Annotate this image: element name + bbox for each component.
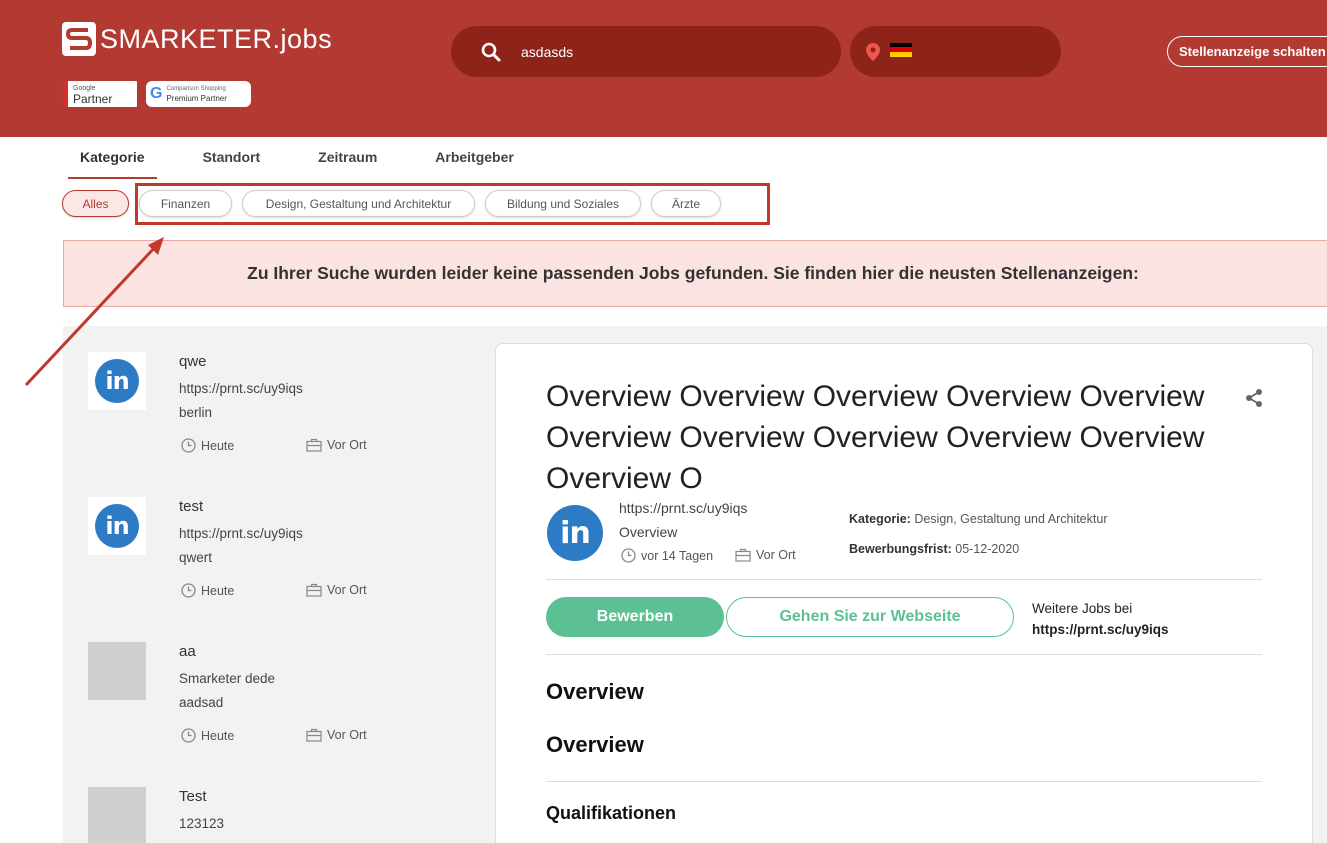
job-type: Vor Ort [306,583,367,597]
location-pin-icon [866,42,880,61]
more-jobs-link[interactable]: https://prnt.sc/uy9iqs [1032,619,1169,640]
google-partner-badge: Google Partner [63,81,137,107]
badge-css-big: Premium Partner [166,94,227,103]
job-company: 123123 [179,816,225,831]
job-type-text: Vor Ort [327,583,367,597]
detail-posted: vor 14 Tagen [621,548,713,563]
clock-icon [621,548,636,563]
clock-icon [181,583,196,598]
briefcase-icon [735,548,751,562]
clock-icon [181,438,196,453]
briefcase-icon [306,583,322,597]
logo-brand-text: SMARKETER [100,23,273,54]
detail-deadline: Bewerbungsfrist: 05-12-2020 [849,542,1019,556]
job-type: Vor Ort [306,438,367,452]
germany-flag-icon [890,42,912,57]
job-list-item[interactable]: in qwe https://prnt.sc/uy9iqs berlin Heu… [88,352,488,482]
detail-category: Kategorie: Design, Gestaltung und Archit… [849,512,1107,526]
detail-heading: Overview [546,732,644,757]
job-location: berlin [179,405,213,420]
linkedin-icon: in [95,504,139,548]
divider [546,579,1262,580]
deadline-label: Bewerbungsfrist: [849,542,952,556]
clock-icon [181,728,196,743]
qualifications-heading: Qualifikationen [546,803,677,823]
tab-zeitraum[interactable]: Zeitraum [306,149,389,179]
linkedin-icon: in [547,505,603,561]
linkedin-icon: in [95,359,139,403]
site-logo[interactable]: SMARKETER.jobs [62,22,332,56]
divider [546,781,1262,782]
job-title: Test [179,788,207,805]
company-logo: in [88,497,146,555]
job-list-item[interactable]: in test https://prnt.sc/uy9iqs qwert Heu… [88,497,488,627]
category-value: Design, Gestaltung und Architektur [914,512,1108,526]
job-detail-panel: Overview Overview Overview Overview Over… [495,343,1313,843]
logo-tld-text: .jobs [272,23,333,54]
job-detail-title: Overview Overview Overview Overview Over… [546,380,1205,495]
detail-type: Vor Ort [735,548,796,562]
logo-s-icon [62,22,96,56]
visit-website-button[interactable]: Gehen Sie zur Webseite [726,597,1014,637]
job-type-text: Vor Ort [327,728,367,742]
chip-alles[interactable]: Alles [62,190,129,217]
detail-type-text: Vor Ort [756,548,796,562]
badge-css-small: Comparison Shopping [166,86,226,92]
company-logo: in [546,504,604,562]
tab-kategorie[interactable]: Kategorie [68,149,157,179]
job-company: Smarketer dede [179,671,276,686]
job-title: test [179,498,204,515]
job-date-text: Heute [201,438,235,453]
detail-heading: Overview [546,679,644,704]
job-list-item[interactable]: aa Smarketer dede aadsad Heute Vor Ort [88,642,488,772]
more-jobs-label: Weitere Jobs bei [1032,601,1133,616]
detail-company-line2: Overview [619,524,678,540]
tab-arbeitgeber[interactable]: Arbeitgeber [423,149,526,179]
badge-google-big: Partner [73,92,113,106]
job-date: Heute [181,583,234,598]
job-type-text: Vor Ort [327,438,367,452]
job-company: https://prnt.sc/uy9iqs [179,526,303,541]
company-logo: in [88,352,146,410]
notice-text: Zu Ihrer Suche wurden leider keine passe… [247,263,1139,283]
job-list-item[interactable]: Test 123123 [88,787,488,843]
briefcase-icon [306,438,322,452]
search-value: asdasds [521,43,574,60]
job-date-text: Heute [201,583,235,598]
share-icon[interactable] [1244,388,1264,408]
job-title: qwe [179,353,207,370]
apply-button[interactable]: Bewerben [546,597,724,637]
css-premium-partner-badge: G Comparison Shopping Premium Partner [146,81,251,107]
search-input[interactable]: asdasds [451,26,841,77]
job-date: Heute [181,438,234,453]
annotation-highlight-box [135,183,770,225]
job-type: Vor Ort [306,728,367,742]
location-input[interactable] [850,26,1061,77]
company-logo-placeholder [88,787,146,843]
site-header: SMARKETER.jobs Google Partner G Comparis… [0,0,1327,137]
detail-company-url: https://prnt.sc/uy9iqs [619,500,748,516]
job-location: qwert [179,550,213,565]
company-logo-placeholder [88,642,146,700]
job-location: aadsad [179,695,224,710]
divider [546,654,1262,655]
deadline-value: 05-12-2020 [955,542,1020,556]
more-jobs: Weitere Jobs bei https://prnt.sc/uy9iqs [1032,598,1169,640]
search-icon [481,42,501,61]
job-date: Heute [181,728,234,743]
job-title: aa [179,643,196,660]
post-job-button[interactable]: Stellenanzeige schalten [1167,36,1327,67]
job-company: https://prnt.sc/uy9iqs [179,381,303,396]
detail-posted-text: vor 14 Tagen [641,548,714,563]
tab-standort[interactable]: Standort [191,149,273,179]
category-label: Kategorie: [849,512,911,526]
briefcase-icon [306,728,322,742]
job-date-text: Heute [201,728,235,743]
google-g-icon: G [150,85,163,102]
filter-tabs: Kategorie Standort Zeitraum Arbeitgeber [68,149,560,179]
no-results-notice: Zu Ihrer Suche wurden leider keine passe… [63,240,1327,307]
